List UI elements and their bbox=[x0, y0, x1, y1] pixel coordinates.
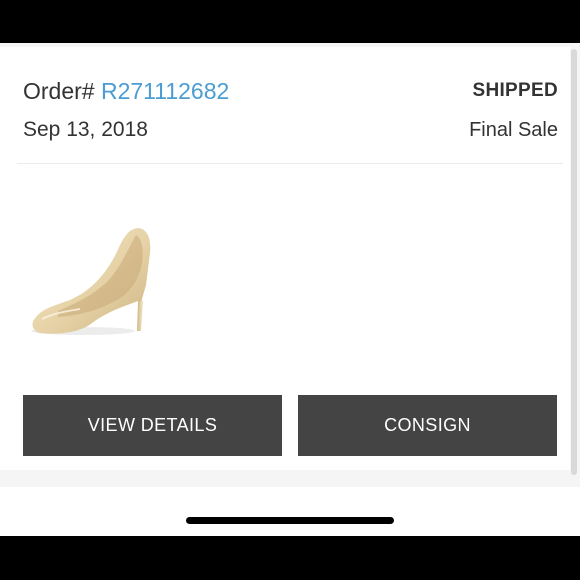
bottom-letterbox-bar bbox=[0, 536, 580, 580]
order-prefix-label: Order# bbox=[23, 78, 101, 104]
order-card: Order# R271112682 SHIPPED Sep 13, 2018 F… bbox=[0, 47, 570, 470]
scrollbar[interactable] bbox=[571, 49, 577, 475]
top-letterbox-bar bbox=[0, 0, 580, 43]
nude-patent-pump-image[interactable] bbox=[28, 219, 158, 339]
bottom-safe-area bbox=[0, 487, 580, 536]
order-screen: Order# R271112682 SHIPPED Sep 13, 2018 F… bbox=[0, 43, 580, 536]
consign-button[interactable]: CONSIGN bbox=[298, 395, 557, 456]
order-status-label: SHIPPED bbox=[472, 80, 558, 101]
order-date: Sep 13, 2018 bbox=[23, 118, 148, 141]
order-number-link[interactable]: R271112682 bbox=[101, 78, 229, 104]
order-id-line: Order# R271112682 bbox=[23, 77, 229, 105]
header-divider bbox=[17, 163, 563, 164]
home-indicator[interactable] bbox=[186, 517, 394, 524]
sale-type-label: Final Sale bbox=[469, 119, 558, 141]
view-details-button[interactable]: VIEW DETAILS bbox=[23, 395, 282, 456]
